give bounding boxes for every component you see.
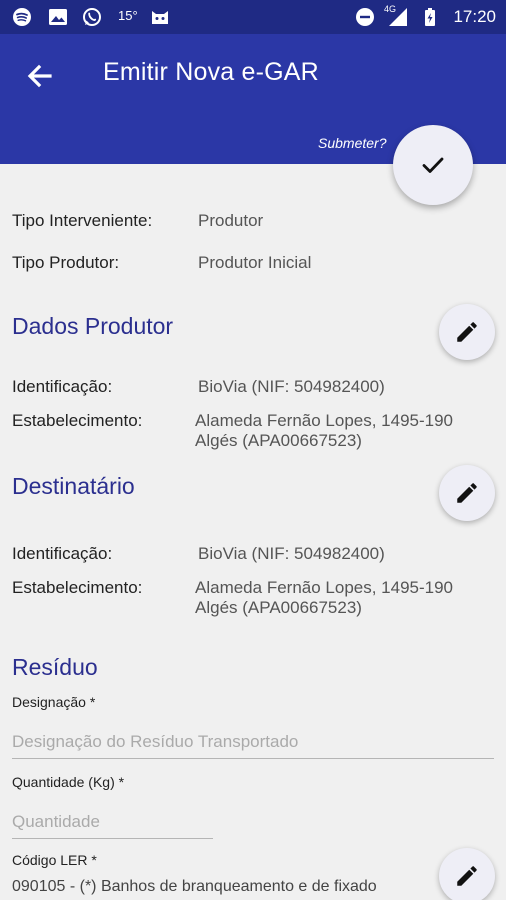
producer-id-label: Identificação: [12,377,113,396]
recipient-estab-label: Estabelecimento: [12,578,143,597]
quantity-label: Quantidade (Kg) * [12,774,125,790]
intervener-type-value: Produtor [198,211,264,230]
do-not-disturb-icon [356,8,374,26]
producer-section-title: Dados Produtor [12,313,174,339]
producer-type-value: Produtor Inicial [198,253,312,272]
ler-code-label: Código LER * [12,852,97,868]
signal-icon [389,8,407,26]
edit-producer-button[interactable] [439,304,495,360]
check-icon [422,157,444,173]
pencil-icon [457,483,477,503]
clock-text: 17:20 [453,7,496,26]
producer-estab-label: Estabelecimento: [12,411,143,430]
edit-ler-code-button[interactable] [439,848,495,900]
recipient-estab-line2: Algés (APA00667523) [195,598,362,617]
recipient-estab-line1: Alameda Fernão Lopes, 1495-190 [195,578,454,597]
battery-icon [425,8,435,26]
residue-section-title: Resíduo [12,654,98,680]
gallery-icon [49,9,67,25]
producer-estab-line2: Algés (APA00667523) [195,431,362,450]
submit-hint-label: Submeter? [318,135,387,151]
cat-icon [152,11,168,24]
ler-code-value[interactable]: 090105 - (*) Banhos de branqueamento e d… [12,878,377,896]
status-bar: 15° 4G 17:20 [0,0,506,34]
pencil-icon [457,866,477,886]
designation-input[interactable]: Designação do Resíduo Transportado [12,732,494,759]
recipient-id-label: Identificação: [12,544,113,563]
designation-label: Designação * [12,694,96,710]
edit-recipient-button[interactable] [439,465,495,521]
producer-type-label: Tipo Produtor: [12,253,120,272]
recipient-id-value: BioVia (NIF: 504982400) [198,544,385,563]
submit-button[interactable] [393,125,473,205]
pencil-icon [457,322,477,342]
page-title: Emitir Nova e-GAR [103,58,319,86]
quantity-input[interactable]: Quantidade [12,812,213,839]
temperature-text: 15° [118,8,138,23]
intervener-type-label: Tipo Interveniente: [12,211,153,230]
producer-estab-line1: Alameda Fernão Lopes, 1495-190 [195,411,454,430]
whatsapp-icon [83,8,101,26]
recipient-section-title: Destinatário [12,473,135,499]
back-arrow-icon[interactable] [24,60,56,92]
producer-id-value: BioVia (NIF: 504982400) [198,377,385,396]
spotify-icon [13,8,31,26]
